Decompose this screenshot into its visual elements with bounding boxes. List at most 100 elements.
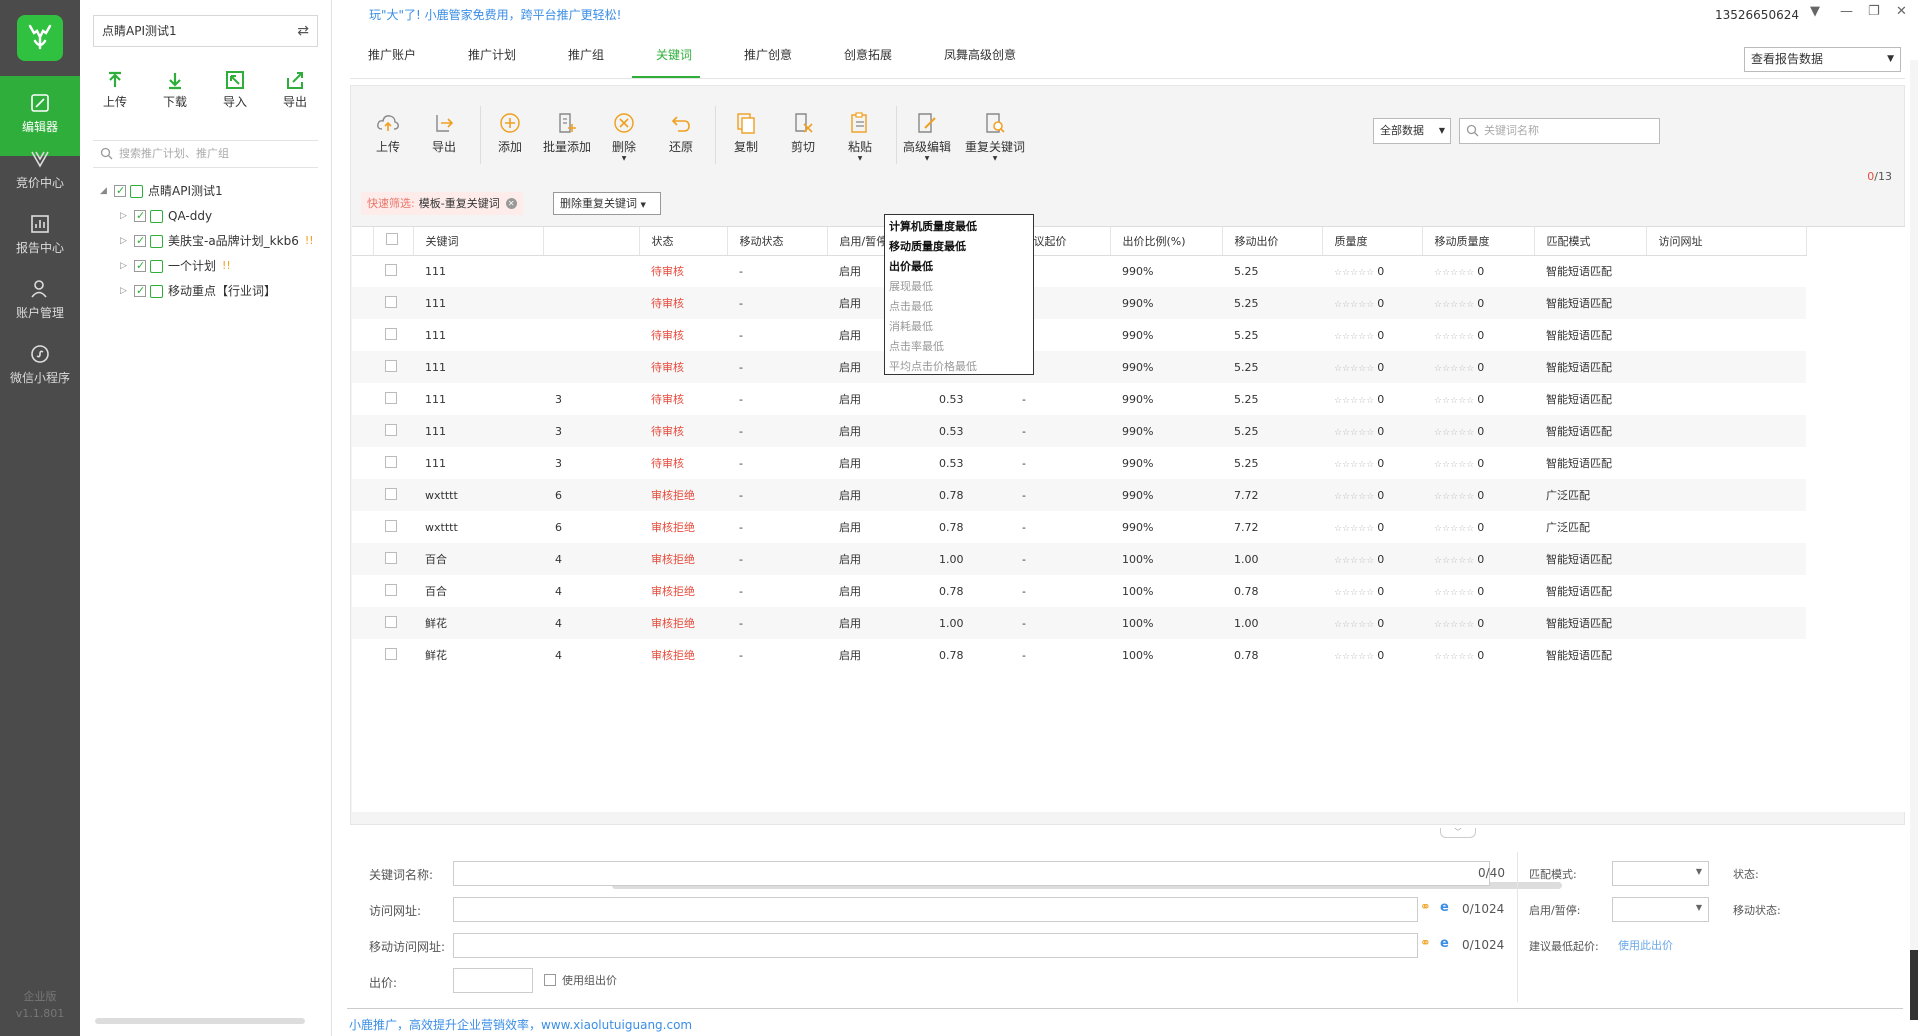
nav-item-wechat-miniprogram[interactable]: 微信小程序 [0,327,80,407]
row-select-cell[interactable] [373,287,413,319]
menu-item-pc-quality-lowest[interactable]: 计算机质量度最低 [885,217,1033,237]
tree-node-plan[interactable]: ▷ 美肤宝-a品牌计划_kkb6 !! [120,232,314,250]
delete-duplicates-button[interactable]: 删除重复关键词 ▼ [553,192,661,215]
link-icon[interactable]: ⚭ [1420,900,1431,915]
tree-checkbox[interactable] [134,232,146,250]
col-header[interactable]: 出价比例(%) [1110,227,1223,256]
row-select-cell[interactable] [373,607,413,639]
table-row[interactable]: wxtttt 6 审核拒绝 - 启用 0.78-990% 7.72 ☆☆☆☆☆ 0 ☆☆☆☆☆ … [352,479,1806,511]
report-data-select[interactable]: 查看报告数据 ▼ [1744,47,1901,72]
export-button[interactable]: 导出 [416,111,472,155]
tree-upload-button[interactable]: 上传 [90,70,140,110]
expand-arrow-icon[interactable]: ▷ [120,282,134,300]
close-icon[interactable]: ✕ [1896,4,1907,19]
select-all-checkbox[interactable] [385,233,398,246]
menu-item-bid-lowest[interactable]: 出价最低 [885,257,1033,277]
table-row[interactable]: 111 3 待审核 - 启用 0.53-990% 5.25 ☆☆☆☆☆ 0 ☆☆☆☆☆ 0 智能短… [352,447,1806,479]
tab-advanced-creative[interactable]: 凤舞高级创意 [944,46,1016,63]
tree-node-plan[interactable]: ▷ 移动重点【行业词】 [120,282,276,300]
col-header[interactable]: 移动状态 [727,227,828,256]
row-select-cell[interactable] [373,511,413,543]
use-this-bid-link[interactable]: 使用此出价 [1618,937,1673,953]
switch-account-icon[interactable]: ⇄ [297,16,309,46]
table-row[interactable]: wxtttt 6 审核拒绝 - 启用 0.78-990% 7.72 ☆☆☆☆☆ 0 ☆☆☆☆☆ … [352,511,1806,543]
enable-pause-select[interactable]: ▼ [1612,897,1709,922]
table-row[interactable]: 鲜花 4 审核拒绝 - 启用 1.00-100% 1.00 ☆☆☆☆☆ 0 ☆☆☆☆☆ 0 智能短… [352,607,1806,639]
tree-checkbox[interactable] [114,182,126,200]
batch-add-button[interactable]: 批量添加 [539,111,595,155]
user-menu-icon[interactable]: ▼ [1810,4,1820,19]
tab-plan[interactable]: 推广计划 [468,46,516,63]
expand-arrow-icon[interactable]: ▷ [120,207,134,225]
table-row[interactable]: 111待审核-启用0.53-990%5.25☆☆☆☆☆ 0☆☆☆☆☆ 0智能短语… [352,319,1806,351]
minimize-icon[interactable]: — [1840,4,1853,19]
col-header[interactable]: 状态 [639,227,728,256]
promo-banner[interactable]: 玩"大"了! 小鹿管家免费用，跨平台推广更轻松! [369,6,621,23]
collapse-panel-toggle[interactable]: ﹀ [1440,828,1476,838]
data-scope-select[interactable]: 全部数据 ▼ [1373,118,1451,144]
col-header[interactable]: 移动出价 [1222,227,1323,256]
footer-text[interactable]: 小鹿推广，高效提升企业营销效率，www.xiaolutuiguang.com [349,1018,692,1032]
row-checkbox[interactable] [385,423,397,436]
tab-creative[interactable]: 推广创意 [744,46,792,63]
row-checkbox[interactable] [385,295,397,308]
scrollbar-thumb[interactable] [1910,950,1918,1020]
account-selector[interactable]: 点睛API测试1 ⇄ [93,15,318,47]
row-select-cell[interactable] [373,447,413,479]
close-icon[interactable]: ✕ [505,198,517,209]
restore-button[interactable]: 还原 [653,111,709,155]
col-header[interactable]: 匹配模式 [1534,227,1647,256]
table-row[interactable]: 鲜花 4 审核拒绝 - 启用 0.78-100% 0.78 ☆☆☆☆☆ 0 ☆☆☆☆☆ 0 智能短… [352,639,1806,671]
row-checkbox[interactable] [385,263,397,276]
tree-node-plan[interactable]: ▷ QA-ddy [120,207,212,225]
row-select-cell[interactable] [373,351,413,383]
menu-item-mobile-quality-lowest[interactable]: 移动质量度最低 [885,237,1033,257]
row-checkbox[interactable] [385,615,397,628]
table-row[interactable]: 111待审核-启用0.53-990%5.25☆☆☆☆☆ 0☆☆☆☆☆ 0智能短语… [352,255,1806,287]
col-header[interactable]: 移动质量度 [1422,227,1535,256]
tree-download-button[interactable]: 下载 [150,70,200,110]
tree-scrollbar[interactable] [95,1018,305,1024]
tree-checkbox[interactable] [134,257,146,275]
col-header[interactable]: 关键词 [413,227,544,256]
tree-checkbox[interactable] [134,282,146,300]
row-checkbox[interactable] [385,359,397,372]
row-select-cell[interactable] [373,383,413,415]
row-checkbox[interactable] [385,519,397,532]
row-checkbox[interactable] [385,583,397,596]
link-icon[interactable]: ⚭ [1420,936,1431,951]
maximize-icon[interactable]: ❐ [1868,4,1880,19]
table-row[interactable]: 111待审核-启用0.53-990%5.25☆☆☆☆☆ 0☆☆☆☆☆ 0智能短语… [352,287,1806,319]
row-select-cell[interactable] [373,415,413,447]
mobile-url-field[interactable] [453,933,1418,958]
row-checkbox[interactable] [385,455,397,468]
col-header[interactable]: 质量度 [1322,227,1423,256]
expand-arrow-icon[interactable]: ▷ [120,232,134,250]
bid-field[interactable] [453,968,533,993]
match-mode-select[interactable]: ▼ [1612,861,1709,886]
tree-node-account[interactable]: ◢ 点睛API测试1 [100,182,223,200]
col-header-select-all[interactable] [373,227,414,256]
copy-button[interactable]: 复制 [718,111,774,155]
expand-arrow-icon[interactable]: ▷ [120,257,134,275]
table-row[interactable]: 百合 4 审核拒绝 - 启用 0.78-100% 0.78 ☆☆☆☆☆ 0 ☆☆☆☆☆ 0 智能短… [352,575,1806,607]
use-group-bid-checkbox[interactable] [544,974,556,986]
tree-node-plan[interactable]: ▷ 一个计划 !! [120,257,231,275]
row-checkbox[interactable] [385,391,397,404]
keyword-search-input[interactable]: 关键词名称 [1459,118,1660,144]
row-select-cell[interactable] [373,255,413,287]
col-header[interactable] [543,227,640,256]
row-select-cell[interactable] [373,639,413,671]
browser-icon[interactable]: e [1440,900,1449,915]
row-checkbox[interactable] [385,487,397,500]
row-checkbox[interactable] [385,327,397,340]
table-row[interactable]: 百合 4 审核拒绝 - 启用 1.00-100% 1.00 ☆☆☆☆☆ 0 ☆☆☆☆☆ 0 智能短… [352,543,1806,575]
tab-keyword[interactable]: 关键词 [656,46,692,63]
row-select-cell[interactable] [373,575,413,607]
row-select-cell[interactable] [373,319,413,351]
tree-import-button[interactable]: 导入 [210,70,260,110]
table-row[interactable]: 111 3 待审核 - 启用 0.53-990% 5.25 ☆☆☆☆☆ 0 ☆☆☆☆☆ 0 智能短… [352,383,1806,415]
tree-checkbox[interactable] [134,207,146,225]
row-checkbox[interactable] [385,647,397,660]
table-row[interactable]: 111待审核-启用0.53-990%5.25☆☆☆☆☆ 0☆☆☆☆☆ 0智能短语… [352,351,1806,383]
